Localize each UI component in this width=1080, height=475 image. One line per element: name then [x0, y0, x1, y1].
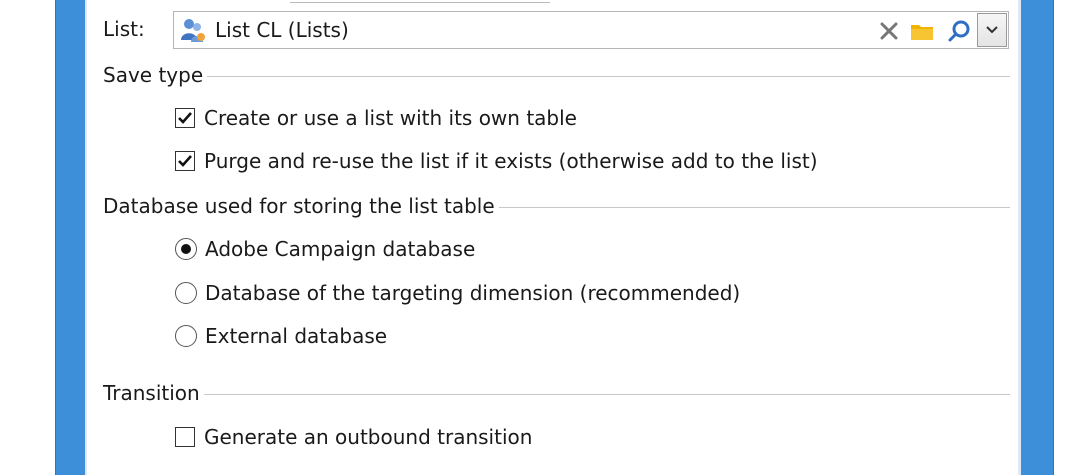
window-border-left	[55, 0, 87, 475]
radio-selected[interactable]	[175, 238, 197, 260]
clipped-top-content	[290, 0, 550, 3]
checkbox-purge-reuse[interactable]: Purge and re-use the list if it exists (…	[175, 147, 818, 175]
checkbox-checked[interactable]	[175, 108, 195, 128]
database-section: Database used for storing the list table	[103, 193, 1010, 219]
radio-label: External database	[205, 324, 388, 348]
radio-targeting-dimension-db[interactable]: Database of the targeting dimension (rec…	[175, 279, 740, 307]
checkbox-label: Purge and re-use the list if it exists (…	[204, 149, 818, 173]
radio-unselected[interactable]	[175, 282, 197, 304]
dropdown-button[interactable]	[977, 13, 1007, 47]
section-divider	[203, 394, 1010, 395]
section-divider	[498, 207, 1010, 208]
save-type-title: Save type	[103, 63, 204, 87]
checkbox-own-table[interactable]: Create or use a list with its own table	[175, 104, 577, 132]
checkbox-label: Generate an outbound transition	[204, 425, 533, 449]
transition-section: Transition	[103, 380, 1010, 406]
transition-title: Transition	[103, 381, 200, 405]
save-type-section: Save type	[103, 62, 1010, 88]
checkbox-checked[interactable]	[175, 151, 195, 171]
database-title: Database used for storing the list table	[103, 194, 495, 218]
checkbox-outbound-transition[interactable]: Generate an outbound transition	[175, 423, 532, 451]
search-icon[interactable]	[944, 16, 974, 46]
radio-unselected[interactable]	[175, 325, 197, 347]
section-divider	[207, 76, 1010, 77]
window-border-right	[1018, 0, 1054, 475]
checkbox-label: Create or use a list with its own table	[204, 106, 577, 130]
radio-label: Database of the targeting dimension (rec…	[205, 281, 741, 305]
radio-adobe-campaign-db[interactable]: Adobe Campaign database	[175, 235, 475, 263]
folder-icon[interactable]	[907, 16, 937, 46]
list-value: List CL (Lists)	[215, 18, 349, 42]
checkbox-unchecked[interactable]	[175, 427, 195, 447]
list-field[interactable]: List CL (Lists)	[173, 11, 1009, 49]
list-label: List:	[103, 17, 145, 41]
radio-label: Adobe Campaign database	[205, 237, 476, 261]
list-people-icon	[178, 16, 208, 46]
chevron-down-icon	[986, 26, 998, 34]
radio-external-db[interactable]: External database	[175, 322, 387, 350]
clear-x-icon[interactable]	[874, 16, 904, 46]
